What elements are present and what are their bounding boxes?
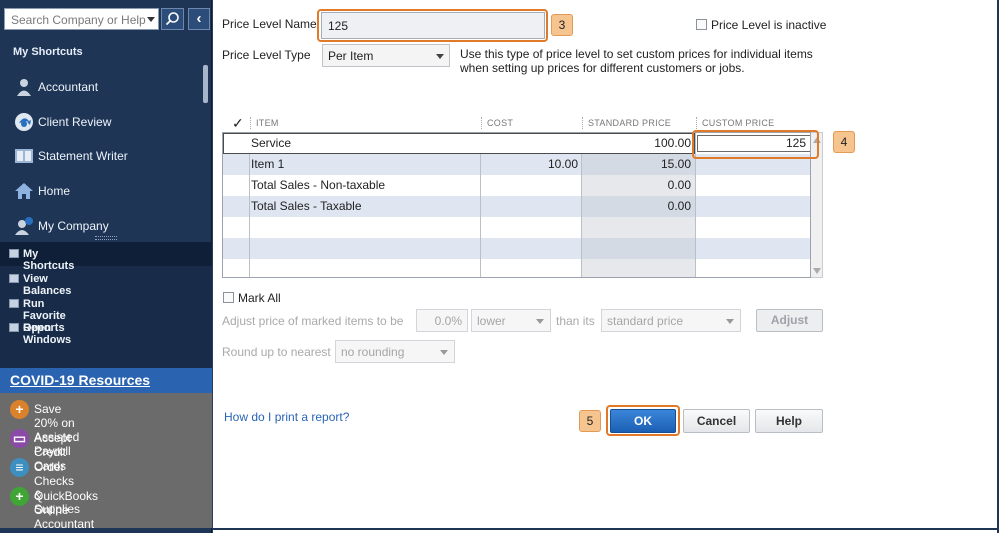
shortcut-label: Statement Writer <box>38 149 128 163</box>
price-level-dialog: Price Level Name 125 3 Price Level is in… <box>212 0 999 533</box>
shortcut-label: Client Review <box>38 115 112 129</box>
inactive-label: Price Level is inactive <box>711 18 827 32</box>
chevron-down-icon <box>440 350 448 355</box>
price-level-type-value: Per Item <box>328 49 374 63</box>
standard-price-column-header[interactable]: STANDARD PRICE <box>588 118 671 128</box>
shortcut-accountant[interactable]: Accountant <box>12 73 200 101</box>
windows-icon <box>9 323 19 332</box>
chevron-left-icon: ‹ <box>196 10 202 27</box>
adjust-button[interactable]: Adjust <box>756 309 823 332</box>
reports-icon <box>9 299 19 308</box>
shortcuts-icon <box>9 249 19 258</box>
ok-button[interactable]: OK <box>610 409 676 433</box>
resize-grip[interactable] <box>95 236 117 240</box>
covid-item-label: QuickBooks Online Accountant <box>34 489 99 531</box>
plus-icon: + <box>10 487 29 506</box>
search-placeholder: Search Company or Help <box>11 13 146 27</box>
search-icon <box>165 12 179 26</box>
adjust-basis-value: standard price <box>607 314 684 328</box>
table-cell-standard-price: 100.00 <box>654 136 691 150</box>
check-column-header[interactable]: ✓ <box>232 115 244 132</box>
shortcut-label: My Company <box>38 219 109 233</box>
price-level-type-description: Use this type of price level to set cust… <box>460 47 813 75</box>
balances-icon <box>9 274 19 283</box>
table-cell-item[interactable]: Total Sales - Non-taxable <box>251 175 385 196</box>
table-cell-standard-price: 0.00 <box>667 178 691 192</box>
than-its-label: than its <box>556 314 595 328</box>
home-icon <box>15 183 33 199</box>
shortcuts-scrollbar[interactable] <box>203 65 208 103</box>
chevron-down-icon <box>536 319 544 324</box>
custom-price-column-header[interactable]: CUSTOM PRICE <box>702 118 774 128</box>
price-level-name-label: Price Level Name <box>222 17 317 31</box>
callout-highlight-custom-price <box>692 130 819 159</box>
shortcut-home[interactable]: Home <box>12 177 200 205</box>
covid-resources-list <box>0 393 212 528</box>
table-cell-standard-price: 0.00 <box>667 199 691 213</box>
table-cell-cost[interactable] <box>483 133 578 154</box>
chevron-down-icon <box>726 319 734 324</box>
search-dropdown-icon[interactable] <box>147 17 155 22</box>
chevron-down-icon <box>436 54 444 59</box>
shortcut-client-review[interactable]: Client Review <box>12 108 200 136</box>
price-level-type-select[interactable]: Per Item <box>322 44 450 67</box>
adjust-direction-value: lower <box>477 314 506 328</box>
left-icon-bar: Search Company or Help ‹ My Shortcuts Ac… <box>0 0 212 533</box>
shortcut-label: Home <box>38 184 71 198</box>
cancel-button[interactable]: Cancel <box>683 409 750 433</box>
mark-all-label: Mark All <box>238 291 281 305</box>
plus-icon: + <box>10 400 29 419</box>
nav-label: My Shortcuts <box>23 248 75 272</box>
callout-highlight-name <box>317 9 548 42</box>
shortcut-statement-writer[interactable]: Statement Writer <box>12 142 200 170</box>
adjust-price-label: Adjust price of marked items to be <box>222 314 404 328</box>
inactive-checkbox[interactable] <box>696 19 707 30</box>
scroll-down-icon[interactable] <box>813 268 821 274</box>
checks-icon: ≡ <box>10 458 29 477</box>
adjust-basis-select[interactable]: standard price <box>601 309 741 332</box>
table-cell-standard-price: 15.00 <box>660 157 691 171</box>
help-button[interactable]: Help <box>755 409 823 433</box>
table-cell-item[interactable]: Item 1 <box>251 154 284 175</box>
collapse-sidebar-button[interactable]: ‹ <box>188 8 210 30</box>
search-button[interactable] <box>161 8 184 30</box>
covid-resources-header[interactable]: COVID-19 Resources <box>0 368 212 393</box>
table-cell-cost[interactable]: 10.00 <box>483 154 578 175</box>
window-border-bottom <box>212 528 999 530</box>
my-company-icon <box>15 217 33 235</box>
client-review-icon <box>15 113 33 131</box>
covid-header-label: COVID-19 Resources <box>10 372 151 388</box>
rounding-select[interactable]: no rounding <box>335 340 455 363</box>
nav-label: View Balances <box>23 273 72 297</box>
item-column-header[interactable]: ITEM <box>256 118 279 128</box>
search-company-or-help-input[interactable]: Search Company or Help <box>4 8 159 30</box>
shortcut-label: Accountant <box>38 80 99 94</box>
callout-badge-4: 4 <box>833 131 855 153</box>
rounding-value: no rounding <box>341 345 405 359</box>
person-icon <box>17 79 31 96</box>
mark-all-checkbox[interactable] <box>223 292 234 303</box>
nav-label: Open Windows <box>23 322 72 346</box>
callout-badge-5: 5 <box>579 410 601 432</box>
help-link-print-report[interactable]: How do I print a report? <box>224 410 349 424</box>
adjust-direction-select[interactable]: lower <box>471 309 551 332</box>
statement-writer-icon <box>15 149 33 163</box>
table-cell-item[interactable]: Total Sales - Taxable <box>251 196 362 217</box>
my-shortcuts-header: My Shortcuts <box>13 46 83 58</box>
round-up-label: Round up to nearest <box>222 345 331 359</box>
credit-card-icon: ▭ <box>10 429 29 448</box>
adjust-percent-input[interactable]: 0.0% <box>416 309 468 332</box>
callout-badge-3: 3 <box>551 14 573 36</box>
cost-column-header[interactable]: COST <box>487 118 513 128</box>
price-level-type-label: Price Level Type <box>222 48 311 62</box>
table-cell-item[interactable]: Service <box>251 133 291 154</box>
